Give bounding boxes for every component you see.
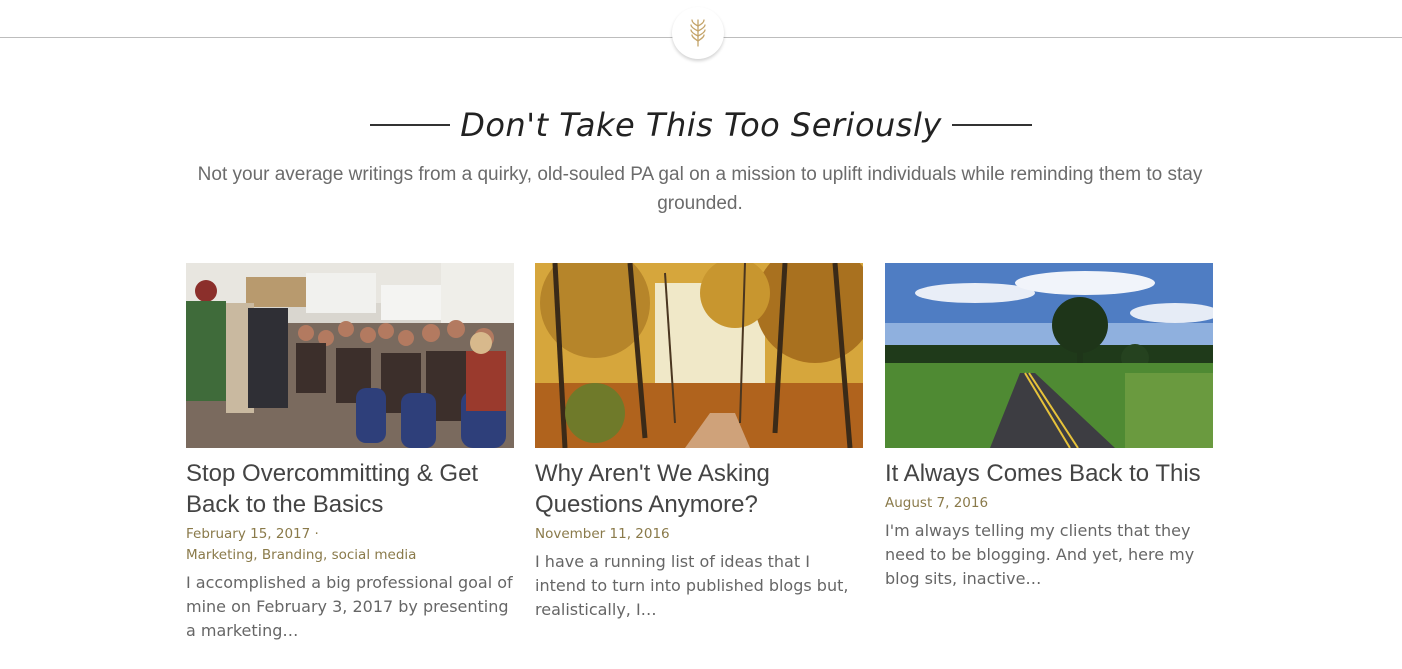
heading-rule-left xyxy=(370,124,451,126)
tag-link[interactable]: Marketing xyxy=(186,547,253,563)
post-thumbnail-forest[interactable] xyxy=(535,263,863,448)
heading-rule-right xyxy=(951,124,1032,126)
post-tags: Marketing, Branding, social media xyxy=(186,547,417,563)
post-title-link[interactable]: It Always Comes Back to This xyxy=(885,458,1213,489)
tag-link[interactable]: social media xyxy=(332,547,417,563)
page-title: Don't Take This Too Seriously xyxy=(460,106,942,144)
blog-post-card: Why Aren't We Asking Questions Anymore? … xyxy=(535,263,863,622)
post-excerpt: I have a running list of ideas that I in… xyxy=(535,552,849,619)
tag-link[interactable]: Branding xyxy=(262,547,323,563)
post-meta: February 15, 2017 · Marketing, Branding,… xyxy=(186,524,514,566)
wheat-icon xyxy=(690,19,706,47)
blog-post-card: Stop Overcommitting & Get Back to the Ba… xyxy=(186,263,514,643)
post-title-link[interactable]: Why Aren't We Asking Questions Anymore? xyxy=(535,458,863,520)
blog-tagline: Not your average writings from a quirky,… xyxy=(197,164,1203,214)
post-thumbnail-country-road[interactable] xyxy=(885,263,1213,448)
section-heading: Don't Take This Too Seriously xyxy=(0,98,1402,152)
post-excerpt: I'm always telling my clients that they … xyxy=(885,521,1195,588)
post-date: November 11, 2016 xyxy=(535,526,670,542)
blog-post-card: It Always Comes Back to This August 7, 2… xyxy=(885,263,1213,591)
logo-badge[interactable] xyxy=(672,7,724,59)
post-date: August 7, 2016 xyxy=(885,495,989,511)
post-meta: November 11, 2016 xyxy=(535,524,863,545)
post-meta: August 7, 2016 xyxy=(885,493,1213,514)
post-date: February 15, 2017 · xyxy=(186,526,319,542)
post-thumbnail-conference[interactable] xyxy=(186,263,514,448)
post-title-link[interactable]: Stop Overcommitting & Get Back to the Ba… xyxy=(186,458,514,520)
post-excerpt: I accomplished a big professional goal o… xyxy=(186,573,513,640)
